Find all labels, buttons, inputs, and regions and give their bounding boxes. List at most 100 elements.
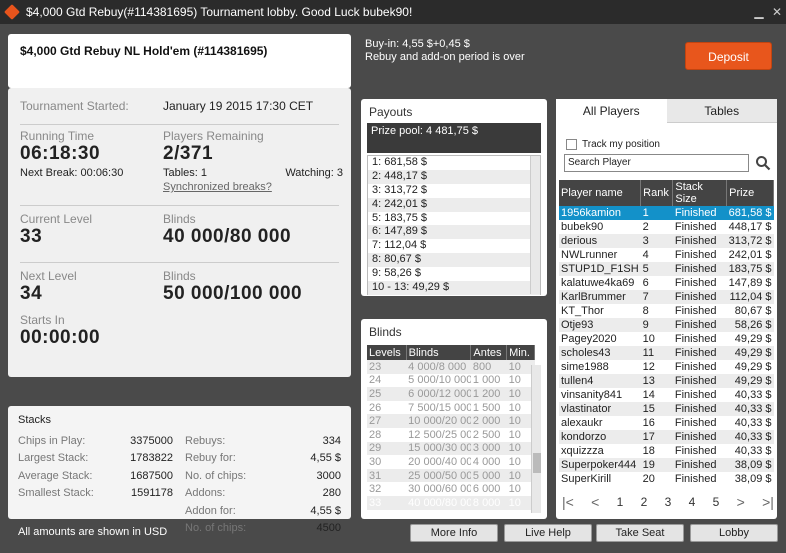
rebuy-key: Rebuys: bbox=[185, 434, 226, 447]
player-stack: Finished bbox=[672, 206, 727, 220]
player-row[interactable]: tullen4 13 Finished 49,29 $ bbox=[559, 374, 774, 388]
payout-row: 2: 448,17 $ bbox=[368, 169, 540, 184]
player-row[interactable]: vlastinator 15 Finished 40,33 $ bbox=[559, 402, 774, 416]
blinds-title: Blinds bbox=[369, 325, 402, 339]
payout-row: 9: 58,26 $ bbox=[372, 267, 421, 280]
player-stack: Finished bbox=[672, 234, 727, 248]
running-time-value: 06:18:30 bbox=[20, 143, 101, 164]
player-name-header[interactable]: Player name bbox=[559, 180, 642, 206]
title-bar: $4,000 Gtd Rebuy(#114381695) Tournament … bbox=[0, 0, 786, 24]
stack-size-header[interactable]: Stack Size bbox=[672, 180, 728, 206]
pagination: |< < 1 2 3 4 5 > >| bbox=[562, 494, 774, 510]
player-row[interactable]: Superpoker444 19 Finished 38,09 $ bbox=[559, 458, 774, 472]
search-player-input[interactable]: Search Player bbox=[564, 154, 749, 172]
take-seat-button[interactable]: Take Seat bbox=[596, 524, 684, 542]
player-row[interactable]: xquizzza 18 Finished 40,33 $ bbox=[559, 444, 774, 458]
player-row[interactable]: KT_Thor 8 Finished 80,67 $ bbox=[559, 304, 774, 318]
antes-cell: 5 000 bbox=[470, 468, 507, 483]
player-row[interactable]: derious 3 Finished 313,72 $ bbox=[559, 234, 774, 248]
player-row[interactable]: NWLrunner 4 Finished 242,01 $ bbox=[559, 248, 774, 262]
player-row[interactable]: kondorzo 17 Finished 40,33 $ bbox=[559, 430, 774, 444]
started-value: January 19 2015 17:30 CET bbox=[163, 99, 314, 113]
prev-page-icon[interactable]: < bbox=[591, 494, 599, 510]
player-row[interactable]: Pagey2020 10 Finished 49,29 $ bbox=[559, 332, 774, 346]
page-4[interactable]: 4 bbox=[689, 495, 696, 509]
minimize-icon[interactable]: ▁ bbox=[750, 5, 768, 19]
blinds-header[interactable]: Blinds bbox=[406, 345, 472, 360]
player-row[interactable]: scholes43 11 Finished 49,29 $ bbox=[559, 346, 774, 360]
next-level-label: Next Level bbox=[20, 269, 77, 283]
player-name: vlastinator bbox=[559, 402, 641, 416]
levels-header[interactable]: Levels bbox=[367, 345, 407, 360]
level-cell: 29 bbox=[367, 441, 407, 456]
player-rank: 19 bbox=[640, 458, 673, 472]
rebuy-value: 334 bbox=[322, 434, 341, 447]
blinds-panel: Blinds Levels Blinds Antes Min. 23 4 000/… bbox=[361, 319, 547, 519]
rank-header[interactable]: Rank bbox=[640, 180, 674, 206]
stack-key: Average Stack: bbox=[18, 469, 93, 482]
page-1[interactable]: 1 bbox=[617, 495, 624, 509]
blind-row: 3230 000/60 0006 00010 bbox=[367, 482, 535, 496]
player-row[interactable]: alexaukr 16 Finished 40,33 $ bbox=[559, 416, 774, 430]
buyin-info: Buy-in: 4,55 $+0,45 $ Rebuy and add-on p… bbox=[365, 38, 525, 64]
search-icon[interactable] bbox=[755, 155, 771, 171]
player-rank: 10 bbox=[642, 333, 655, 345]
last-page-icon[interactable]: >| bbox=[762, 494, 774, 510]
track-position[interactable]: Track my position bbox=[566, 139, 660, 150]
player-rank: 13 bbox=[640, 374, 673, 388]
antes-cell: 1 500 bbox=[472, 401, 501, 414]
payouts-list[interactable]: 1: 681,58 $ 2: 448,17 $ 3: 313,72 $ 4: 2… bbox=[367, 155, 541, 295]
player-rank: 16 bbox=[642, 417, 655, 429]
antes-header[interactable]: Antes bbox=[470, 345, 508, 360]
rebuy-key: Addons: bbox=[185, 487, 226, 500]
first-page-icon[interactable]: |< bbox=[562, 494, 574, 510]
lobby-main: $4,000 Gtd Rebuy NL Hold'em (#114381695)… bbox=[0, 24, 786, 553]
player-row[interactable]: Otje93 9 Finished 58,26 $ bbox=[559, 318, 774, 332]
player-row[interactable]: vinsanity841 14 Finished 40,33 $ bbox=[559, 388, 774, 402]
player-prize: 242,01 $ bbox=[728, 249, 772, 261]
tab-all-players[interactable]: All Players bbox=[556, 99, 667, 123]
page-3[interactable]: 3 bbox=[665, 495, 672, 509]
current-blind-row: 3340 000/80 0008 00010 bbox=[367, 495, 535, 510]
player-row[interactable]: KarlBrummer 7 Finished 112,04 $ bbox=[559, 290, 774, 304]
close-icon[interactable]: ✕ bbox=[768, 5, 786, 19]
next-page-icon[interactable]: > bbox=[737, 494, 745, 510]
tables-count: Tables: 1 bbox=[163, 167, 208, 179]
prize-header[interactable]: Prize bbox=[726, 180, 774, 206]
scrollbar-thumb[interactable] bbox=[533, 453, 541, 473]
player-row-selected[interactable]: 1956kamion 1 Finished 681,58 $ bbox=[559, 206, 774, 220]
blinds-scrollbar[interactable] bbox=[531, 365, 541, 513]
level-cell: 25 bbox=[367, 387, 407, 401]
player-name: SuperKirill bbox=[561, 473, 612, 485]
track-position-checkbox[interactable] bbox=[566, 139, 577, 150]
live-help-button[interactable]: Live Help bbox=[504, 524, 592, 542]
blind-row: 2915 000/30 0003 00010 bbox=[367, 441, 535, 456]
player-row[interactable]: kalatuwe4ka69 6 Finished 147,89 $ bbox=[559, 276, 774, 290]
player-row[interactable]: sime1988 12 Finished 49,29 $ bbox=[559, 360, 774, 374]
player-stack: Finished bbox=[672, 458, 727, 472]
player-rank: 3 bbox=[640, 234, 673, 248]
player-prize: 40,33 $ bbox=[734, 389, 772, 401]
next-level-section: Next Level 34 Starts In 00:00:00 Blinds … bbox=[20, 262, 339, 372]
min-header[interactable]: Min. bbox=[506, 345, 535, 360]
blind-row: 3125 000/50 0005 00010 bbox=[367, 468, 535, 483]
antes-cell: 6 000 bbox=[472, 483, 501, 496]
player-prize: 183,75 $ bbox=[726, 262, 774, 276]
stack-key: Largest Stack: bbox=[18, 452, 89, 465]
player-row[interactable]: bubek90 2 Finished 448,17 $ bbox=[559, 220, 774, 234]
synchronized-breaks-link[interactable]: Synchronized breaks? bbox=[163, 181, 343, 193]
player-row[interactable]: SuperKirill 20 Finished 38,09 $ bbox=[559, 472, 774, 486]
payout-row: 5: 183,75 $ bbox=[372, 211, 428, 224]
player-row[interactable]: STUP1D_F1SH 5 Finished 183,75 $ bbox=[559, 262, 774, 276]
deposit-button[interactable]: Deposit bbox=[685, 42, 772, 70]
page-2[interactable]: 2 bbox=[641, 495, 648, 509]
more-info-button[interactable]: More Info bbox=[410, 524, 498, 542]
payouts-scrollbar[interactable] bbox=[530, 156, 540, 294]
page-5[interactable]: 5 bbox=[713, 495, 720, 509]
payouts-title: Payouts bbox=[369, 105, 413, 119]
player-rank: 1 bbox=[640, 206, 673, 220]
stack-row: Largest Stack: 1783822 Rebuy for: 4,55 $ bbox=[18, 450, 341, 468]
tab-tables[interactable]: Tables bbox=[666, 99, 777, 123]
lobby-button[interactable]: Lobby bbox=[690, 524, 778, 542]
stacks-title: Stacks bbox=[18, 414, 52, 426]
